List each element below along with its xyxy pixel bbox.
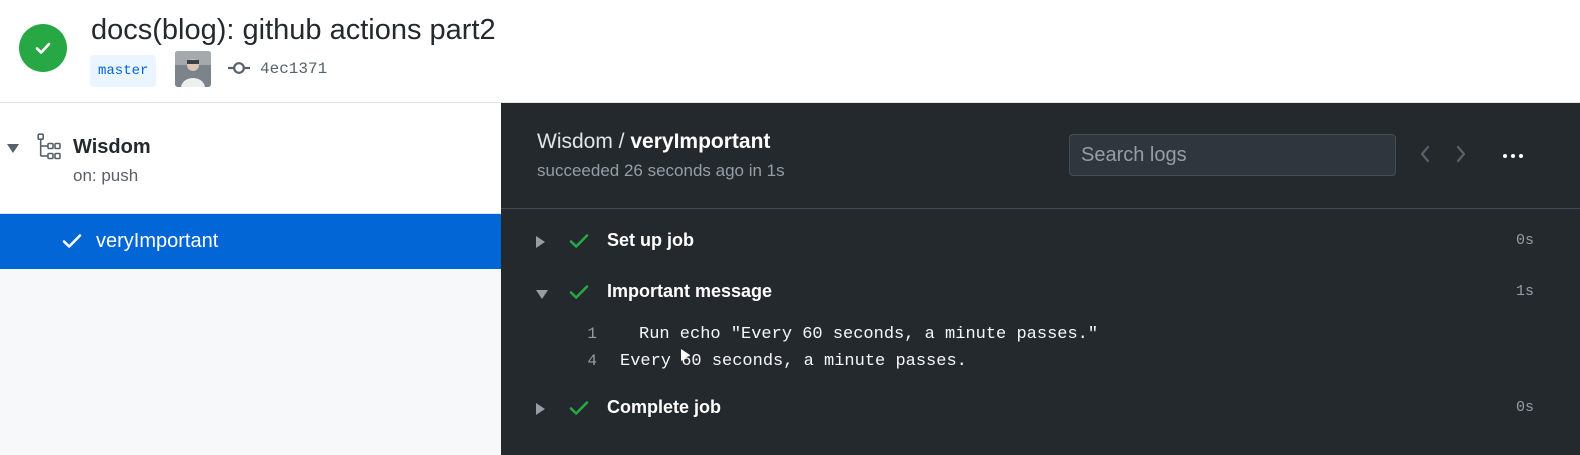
check-icon <box>569 233 589 254</box>
log-text: Run echo "Every 60 seconds, a minute pas… <box>639 325 1099 344</box>
breadcrumb-separator: / <box>612 130 631 153</box>
check-icon <box>569 400 589 421</box>
log-panel: Wisdom / veryImportant succeeded 26 seco… <box>501 103 1580 455</box>
step-set-up-job[interactable]: Set up job 0s <box>501 221 1580 261</box>
step-duration: 0s <box>1515 232 1534 249</box>
log-line: 4 Every 60 seconds, a minute passes. <box>501 352 1580 374</box>
step-name: Complete job <box>607 397 722 417</box>
dot <box>1511 154 1515 158</box>
sidebar-item-veryimportant[interactable]: veryImportant <box>0 214 501 269</box>
git-commit-icon <box>228 60 250 81</box>
run-header: docs(blog): github actions part2 master … <box>0 0 1580 103</box>
log-text: Every 60 seconds, a minute passes. <box>620 352 967 371</box>
chevron-left-icon[interactable] <box>1419 145 1431 168</box>
workflow-trigger: on: push <box>73 166 139 185</box>
triangle-right-icon[interactable] <box>536 402 546 420</box>
workflow-icon <box>37 133 61 166</box>
step-duration: 0s <box>1515 399 1534 416</box>
run-title: docs(blog): github actions part2 <box>91 14 496 46</box>
step-name: Set up job <box>607 230 694 250</box>
kebab-horizontal-icon[interactable] <box>1501 152 1525 160</box>
workflow-header[interactable]: Wisdom on: push <box>0 103 501 214</box>
dot <box>1519 154 1523 158</box>
log-line-number[interactable]: 1 <box>561 325 597 343</box>
step-name: Important message <box>607 281 773 301</box>
breadcrumb-workflow[interactable]: Wisdom <box>537 130 613 153</box>
jobs-sidebar: Wisdom on: push veryImportant <box>0 103 501 455</box>
step-important-message[interactable]: Important message 1s <box>501 272 1580 312</box>
dot <box>1503 154 1507 158</box>
check-circle-icon <box>19 24 67 72</box>
log-line: 1 Run echo "Every 60 seconds, a minute p… <box>501 325 1580 361</box>
workflow-name: Wisdom <box>73 136 151 158</box>
check-icon <box>569 284 589 305</box>
job-summary: succeeded 26 seconds ago in 1s <box>537 161 785 180</box>
triangle-down-icon[interactable] <box>7 141 19 159</box>
job-label: veryImportant <box>96 230 219 252</box>
avatar[interactable] <box>175 51 211 87</box>
breadcrumb-job: veryImportant <box>630 130 771 153</box>
step-duration: 1s <box>1515 283 1534 300</box>
check-icon <box>62 233 82 254</box>
search-logs-input[interactable] <box>1069 134 1396 176</box>
log-panel-header: Wisdom / veryImportant succeeded 26 seco… <box>501 103 1580 209</box>
log-line-number[interactable]: 4 <box>561 352 597 370</box>
step-complete-job[interactable]: Complete job 0s <box>501 388 1580 428</box>
job-breadcrumb: Wisdom / veryImportant <box>537 130 770 154</box>
chevron-right-icon[interactable] <box>1455 145 1467 168</box>
triangle-down-icon[interactable] <box>536 287 548 305</box>
triangle-right-icon[interactable] <box>536 235 546 253</box>
branch-tag[interactable]: master <box>90 55 157 87</box>
commit-sha-link[interactable]: 4ec1371 <box>260 60 327 78</box>
